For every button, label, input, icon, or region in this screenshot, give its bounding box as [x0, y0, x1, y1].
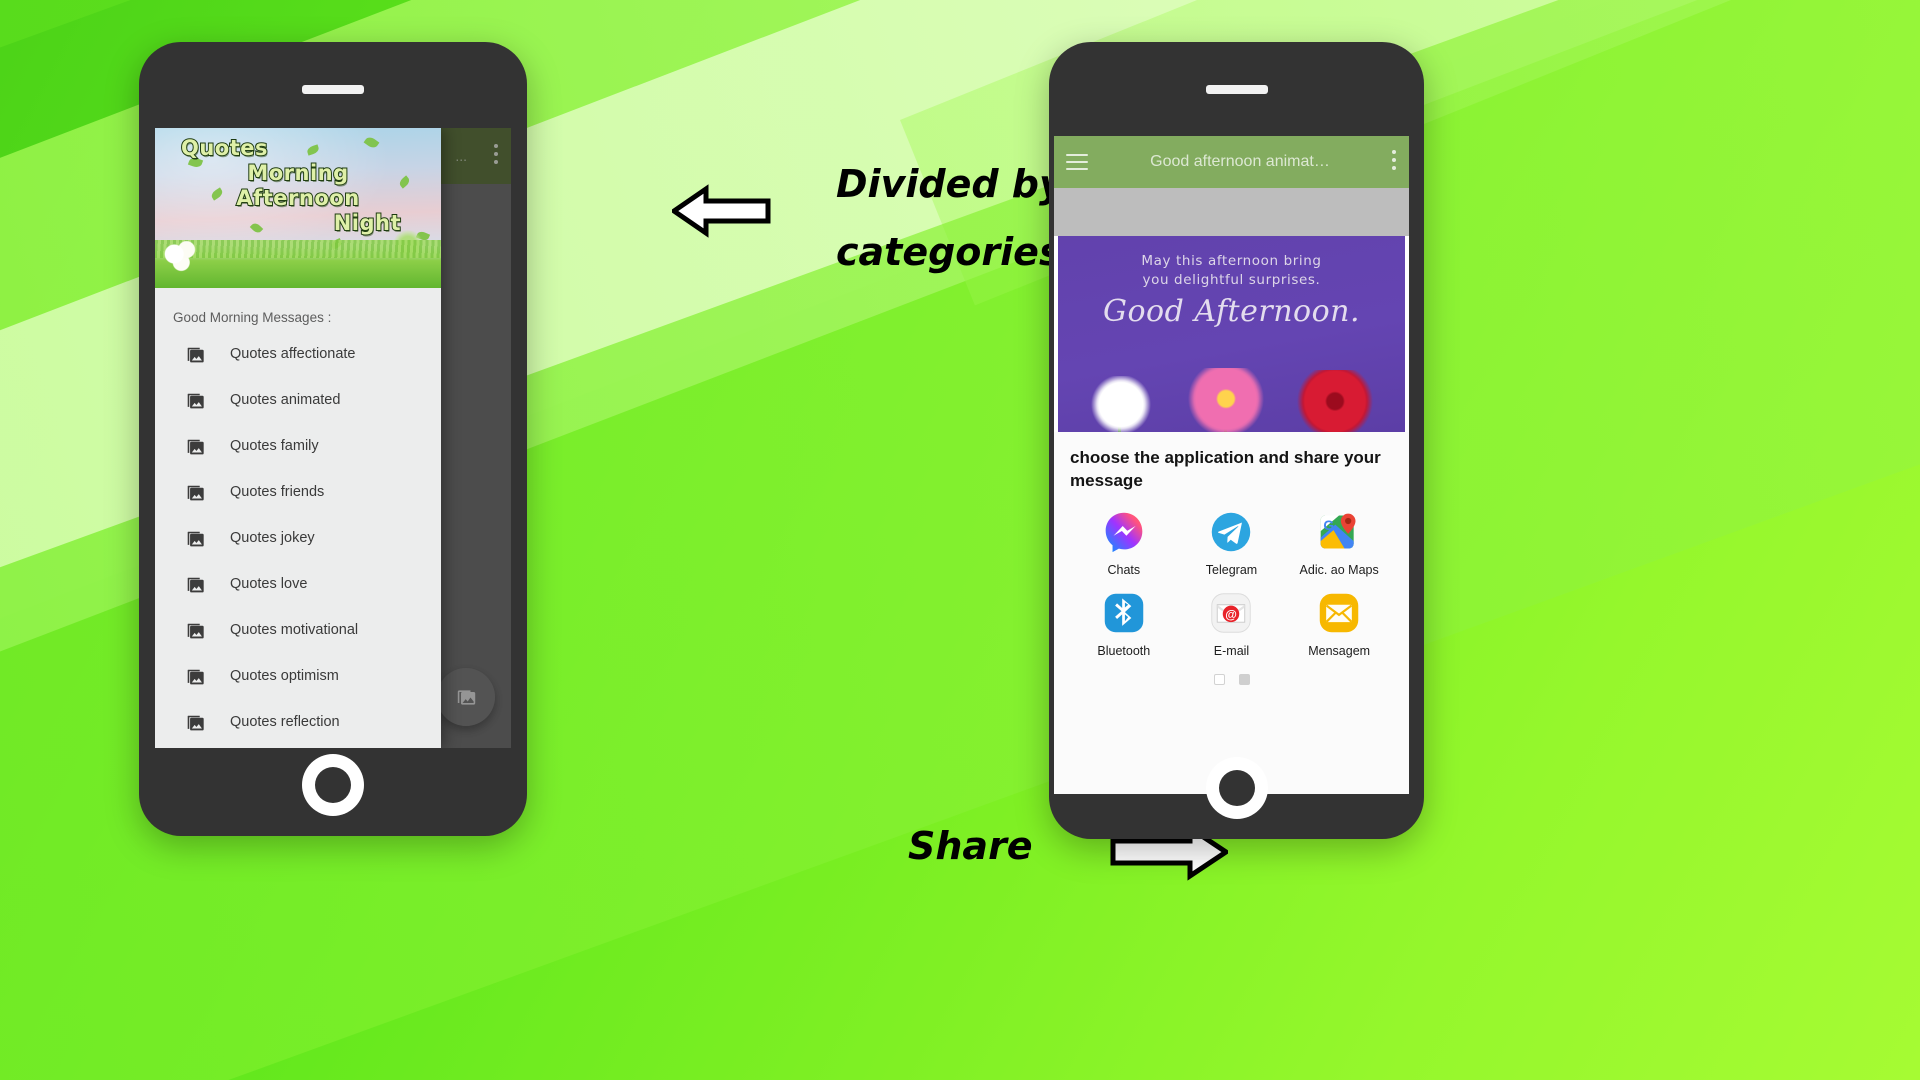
- drawer-item-label: Quotes family: [230, 438, 319, 454]
- screenshot-root: ... Quotes Morning Afternoon Night Good …: [0, 0, 1920, 1080]
- messages-icon: [1319, 593, 1359, 633]
- drawer-banner-title: Quotes Morning Afternoon Night: [155, 135, 441, 236]
- share-app-mensagem[interactable]: Mensagem: [1285, 591, 1393, 658]
- share-sheet: choose the application and share your me…: [1054, 432, 1409, 794]
- home-button[interactable]: [1205, 757, 1268, 819]
- drawer-header-banner: Quotes Morning Afternoon Night: [155, 128, 441, 288]
- share-app-label: E-mail: [1213, 644, 1250, 658]
- page-dot[interactable]: [1213, 674, 1225, 685]
- page-dot[interactable]: [1238, 674, 1250, 685]
- phone-speaker: [302, 85, 364, 94]
- drawer-item-label: Quotes optimism: [230, 668, 339, 684]
- navigation-drawer: Quotes Morning Afternoon Night Good Morn…: [155, 128, 441, 748]
- email-icon: @: [1211, 593, 1252, 633]
- share-app-label: Adic. ao Maps: [1299, 563, 1379, 577]
- drawer-item-quotes-animated[interactable]: Quotes animated: [155, 377, 441, 423]
- image-icon: [187, 393, 204, 408]
- drawer-item-label: Quotes affectionate: [230, 346, 356, 362]
- image-icon: [187, 577, 204, 592]
- share-app-label: Telegram: [1205, 563, 1258, 577]
- drawer-item-label: Quotes reflection: [230, 714, 340, 730]
- flower-decoration: [161, 236, 205, 276]
- share-app-label: Bluetooth: [1097, 644, 1151, 658]
- drawer-item-label: Quotes animated: [230, 392, 341, 408]
- share-sheet-page-indicator: [1070, 674, 1393, 685]
- share-app-adic-ao-maps[interactable]: G Adic. ao Maps: [1285, 510, 1393, 577]
- quote-line-1: May this afternoon bring: [1141, 253, 1322, 269]
- drawer-item-label: Quotes motivational: [230, 622, 359, 638]
- white-flower: [1082, 376, 1160, 432]
- app-bar: Good afternoon animat…: [1054, 136, 1409, 188]
- drawer-item-label: Quotes love: [230, 576, 308, 592]
- home-button[interactable]: [302, 754, 364, 816]
- drawer-item-quotes-love[interactable]: Quotes love: [155, 561, 441, 607]
- annotation-share: Share: [908, 824, 1033, 868]
- red-flower: [1290, 370, 1380, 432]
- drawer-item-quotes-affectionate[interactable]: Quotes affectionate: [155, 331, 441, 377]
- phone-mockup-left: ... Quotes Morning Afternoon Night Good …: [139, 42, 527, 836]
- banner-line-1: Quotes: [180, 135, 269, 161]
- image-icon: [187, 485, 204, 500]
- hamburger-icon[interactable]: [1066, 154, 1088, 170]
- svg-text:@: @: [1226, 608, 1238, 622]
- share-app-label: Mensagem: [1308, 644, 1371, 658]
- content-placeholder-strip: [1054, 188, 1409, 236]
- bluetooth-icon: [1104, 593, 1144, 633]
- telegram-icon: [1212, 512, 1251, 552]
- share-app-bluetooth[interactable]: Bluetooth: [1070, 591, 1178, 658]
- arrow-left-outline-icon: [672, 184, 771, 238]
- image-icon: [187, 715, 204, 730]
- image-icon: [187, 439, 204, 454]
- drawer-item-label: Quotes jokey: [230, 530, 315, 546]
- quote-image-card[interactable]: May this afternoon bring you delightful …: [1058, 236, 1405, 432]
- quote-line-2: you delightful surprises.: [1142, 272, 1321, 288]
- drawer-item-quotes-motivational[interactable]: Quotes motivational: [155, 607, 441, 653]
- drawer-item-quotes-friends[interactable]: Quotes friends: [155, 469, 441, 515]
- drawer-item-quotes-family[interactable]: Quotes family: [155, 423, 441, 469]
- banner-line-2: Morning: [246, 160, 349, 186]
- messenger-icon: [1105, 512, 1143, 553]
- phone-screen-right: Good afternoon animat… May this afternoo…: [1054, 136, 1409, 794]
- phone-screen-left: ... Quotes Morning Afternoon Night Good …: [155, 128, 511, 748]
- google-maps-icon: G: [1320, 513, 1356, 549]
- drawer-item-label: Quotes friends: [230, 484, 325, 500]
- drawer-item-list: Quotes affectionate Quotes animated Quot…: [155, 331, 441, 745]
- image-icon: [187, 347, 204, 362]
- image-icon: [187, 623, 204, 638]
- phone-speaker: [1205, 85, 1268, 94]
- svg-text:G: G: [1324, 518, 1335, 533]
- share-app-grid: Chats Telegram G Adic. ao Maps Bluetooth…: [1070, 510, 1393, 658]
- phone-mockup-right: Good afternoon animat… May this afternoo…: [1049, 42, 1424, 839]
- quote-script-text: Good Afternoon.: [1102, 294, 1361, 329]
- kebab-menu-icon[interactable]: [1392, 150, 1397, 174]
- annotation-divided-by-categories: Divided by categories: [836, 162, 1064, 274]
- image-icon: [187, 669, 204, 684]
- share-app-label: Chats: [1107, 563, 1141, 577]
- share-app-chats[interactable]: Chats: [1070, 510, 1178, 577]
- drawer-section-label: Good Morning Messages :: [173, 310, 332, 325]
- app-bar-title: Good afternoon animat…: [1150, 153, 1330, 170]
- banner-line-3: Afternoon: [235, 185, 360, 211]
- share-sheet-title: choose the application and share your me…: [1070, 448, 1381, 490]
- share-app-e-mail[interactable]: @ E-mail: [1178, 591, 1286, 658]
- drawer-item-quotes-jokey[interactable]: Quotes jokey: [155, 515, 441, 561]
- drawer-item-quotes-reflection[interactable]: Quotes reflection: [155, 699, 441, 745]
- flower-decoration-row: [1058, 364, 1405, 432]
- pink-flower: [1183, 368, 1269, 432]
- share-app-telegram[interactable]: Telegram: [1178, 510, 1286, 577]
- drawer-item-quotes-optimism[interactable]: Quotes optimism: [155, 653, 441, 699]
- image-icon: [187, 531, 204, 546]
